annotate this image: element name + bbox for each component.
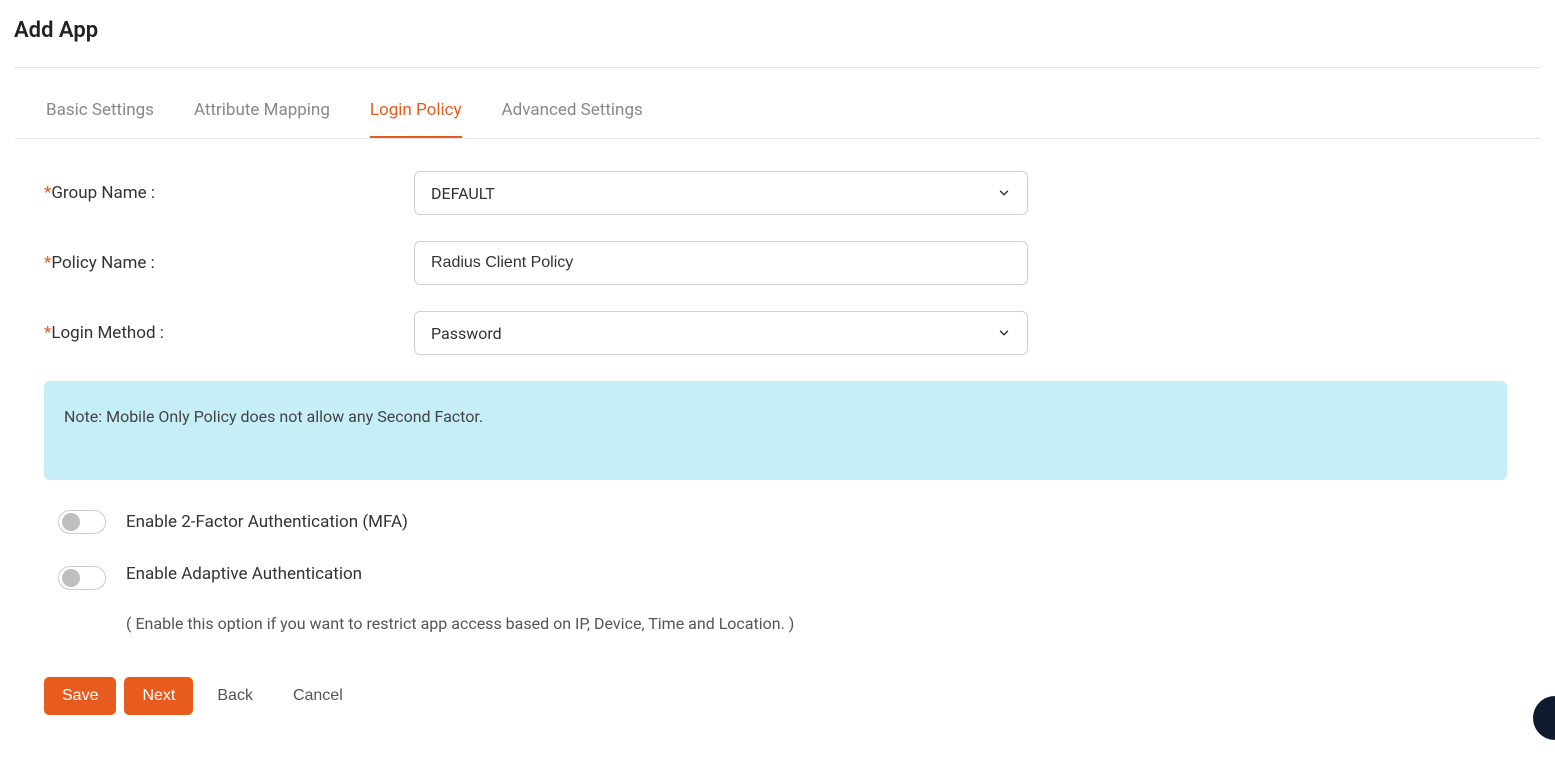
button-row: Save Next Back Cancel: [44, 677, 1541, 715]
cancel-button[interactable]: Cancel: [277, 677, 359, 715]
page-title: Add App: [0, 0, 1555, 67]
mfa-toggle[interactable]: [58, 510, 106, 534]
policy-name-input[interactable]: [414, 241, 1028, 285]
label-text: Policy Name :: [51, 253, 154, 273]
chevron-down-icon: [997, 186, 1011, 200]
form-row-login-method: *Login Method : Password: [44, 311, 1541, 355]
mfa-toggle-label: Enable 2-Factor Authentication (MFA): [126, 512, 408, 532]
adaptive-toggle-sublabel: ( Enable this option if you want to rest…: [126, 614, 794, 633]
label-text: Group Name :: [51, 183, 155, 203]
label-text: Login Method :: [51, 323, 164, 343]
toggle-row-adaptive: Enable Adaptive Authentication ( Enable …: [44, 564, 1541, 633]
group-name-label: *Group Name :: [44, 183, 414, 203]
login-method-select[interactable]: Password: [414, 311, 1028, 355]
info-note: Note: Mobile Only Policy does not allow …: [44, 381, 1507, 480]
chevron-down-icon: [997, 326, 1011, 340]
group-name-value: DEFAULT: [431, 184, 495, 203]
tab-basic-settings[interactable]: Basic Settings: [46, 100, 154, 138]
next-button[interactable]: Next: [124, 677, 193, 715]
save-button[interactable]: Save: [44, 677, 116, 715]
tab-bar: Basic Settings Attribute Mapping Login P…: [14, 68, 1541, 139]
form-row-policy-name: *Policy Name :: [44, 241, 1541, 285]
toggle-knob: [62, 513, 80, 531]
toggle-knob: [62, 569, 80, 587]
login-method-label: *Login Method :: [44, 323, 414, 343]
toggle-row-mfa: Enable 2-Factor Authentication (MFA): [44, 510, 1541, 534]
adaptive-toggle-label: Enable Adaptive Authentication: [126, 564, 794, 584]
form-row-group-name: *Group Name : DEFAULT: [44, 171, 1541, 215]
tab-advanced-settings[interactable]: Advanced Settings: [502, 100, 643, 138]
adaptive-toggle[interactable]: [58, 566, 106, 590]
policy-name-label: *Policy Name :: [44, 253, 414, 273]
login-method-value: Password: [431, 324, 502, 343]
tab-attribute-mapping[interactable]: Attribute Mapping: [194, 100, 330, 138]
form-area: *Group Name : DEFAULT *Policy Name : *Lo…: [0, 139, 1555, 715]
back-button[interactable]: Back: [201, 677, 269, 715]
group-name-select[interactable]: DEFAULT: [414, 171, 1028, 215]
tab-login-policy[interactable]: Login Policy: [370, 100, 462, 138]
